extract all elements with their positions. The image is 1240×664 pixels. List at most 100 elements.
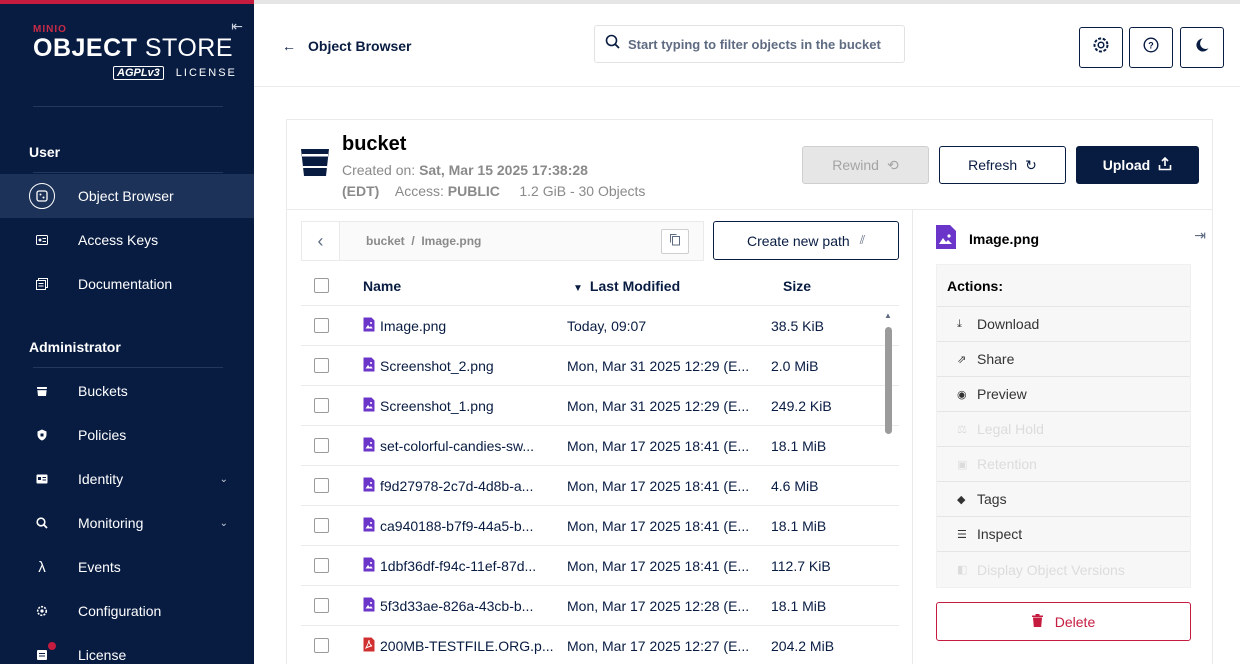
object-name: 1dbf36df-f94c-11ef-87d...	[380, 557, 537, 574]
action-label: Retention	[977, 456, 1037, 472]
gear-icon	[32, 601, 52, 621]
actions-items: ⤓ Download ⇗ Share ◉ Preview ⚖ Legal Hold ▣ Reten…	[937, 307, 1190, 587]
delete-button[interactable]: Delete	[936, 602, 1191, 641]
arrow-left-icon: ←	[282, 38, 296, 54]
row-checkbox[interactable]	[314, 598, 329, 613]
svg-text:?: ?	[1148, 41, 1154, 51]
settings-button[interactable]	[1079, 27, 1123, 68]
object-last-modified: Mon, Mar 17 2025 18:41 (E...	[567, 477, 750, 494]
row-checkbox[interactable]	[314, 358, 329, 373]
sidebar-item-label: Policies	[78, 427, 127, 443]
table-row[interactable]: 5f3d33ae-826a-43cb-b... Mon, Mar 17 2025 …	[301, 586, 899, 626]
eye-icon: ◉	[957, 388, 967, 401]
breadcrumb-path[interactable]: bucket / Image.png	[366, 234, 481, 248]
action-tags[interactable]: ◆ Tags	[937, 482, 1190, 517]
table-row[interactable]: 200MB-TESTFILE.ORG.p... Mon, Mar 17 2025 …	[301, 626, 899, 664]
sort-desc-icon: ▼	[573, 282, 583, 294]
column-header-last-modified[interactable]: ▼ Last Modified	[573, 278, 680, 294]
close-panel-icon[interactable]: ⇥	[1194, 227, 1206, 244]
search-input[interactable]	[628, 36, 898, 52]
image-file-icon	[363, 597, 375, 615]
action-preview[interactable]: ◉ Preview	[937, 377, 1190, 412]
table-row[interactable]: Screenshot_1.png Mon, Mar 31 2025 12:29 (…	[301, 386, 899, 426]
row-checkbox[interactable]	[314, 518, 329, 533]
chevron-left-icon[interactable]: ‹	[302, 222, 340, 260]
logo-store-word: STORE	[137, 34, 234, 62]
upload-label: Upload	[1102, 157, 1151, 173]
action-share[interactable]: ⇗ Share	[937, 342, 1190, 377]
object-filter-search[interactable]	[594, 25, 905, 63]
action-label: Display Object Versions	[977, 561, 1125, 578]
scrollbar-thumb[interactable]	[885, 327, 892, 434]
table-row[interactable]: f9d27978-2c7d-4d8b-a... Mon, Mar 17 2025 …	[301, 466, 899, 506]
row-checkbox[interactable]	[314, 638, 329, 653]
row-checkbox[interactable]	[314, 438, 329, 453]
row-checkbox[interactable]	[314, 318, 329, 333]
image-file-icon	[363, 437, 375, 455]
documentation-icon	[32, 274, 52, 294]
refresh-button[interactable]: Refresh ↻	[939, 146, 1066, 184]
help-icon: ?	[1143, 37, 1159, 58]
sidebar-item-identity[interactable]: Identity ⌄	[0, 457, 254, 501]
object-name-cell: Screenshot_2.png	[363, 357, 494, 375]
lambda-icon: λ	[38, 558, 46, 576]
sidebar-item-monitoring[interactable]: Monitoring ⌄	[0, 501, 254, 545]
table-row[interactable]: ca940188-b7f9-44a5-b... Mon, Mar 17 2025 …	[301, 506, 899, 546]
action-label: Legal Hold	[977, 421, 1044, 437]
object-size: 18.1 MiB	[771, 437, 827, 454]
sidebar-item-label: Identity	[78, 471, 124, 487]
bucket-name: bucket	[342, 133, 407, 155]
row-checkbox[interactable]	[314, 398, 329, 413]
rewind-label: Rewind	[832, 157, 879, 173]
sidebar-item-object-browser[interactable]: Object Browser	[0, 174, 254, 218]
object-name: Screenshot_1.png	[380, 397, 494, 414]
refresh-label: Refresh	[968, 157, 1018, 173]
scroll-up-arrow-icon[interactable]: ▲	[884, 311, 892, 320]
chevron-down-icon[interactable]: ⌄	[220, 474, 228, 485]
help-button[interactable]: ?	[1129, 27, 1173, 68]
row-checkbox[interactable]	[314, 558, 329, 573]
copy-path-button[interactable]	[661, 229, 689, 254]
table-row[interactable]: 1dbf36df-f94c-11ef-87d... Mon, Mar 17 202…	[301, 546, 899, 586]
object-name-cell: Screenshot_1.png	[363, 397, 494, 415]
action-download[interactable]: ⤓ Download	[937, 307, 1190, 342]
rewind-button[interactable]: Rewind ⟲	[802, 146, 929, 184]
action-inspect[interactable]: ☰ Inspect	[937, 517, 1190, 552]
object-name: Image.png	[380, 317, 447, 334]
refresh-icon: ↻	[1025, 156, 1037, 173]
back-to-object-browser-link[interactable]: ← Object Browser	[282, 38, 411, 54]
table-row[interactable]: set-colorful-candies-sw... Mon, Mar 17 20…	[301, 426, 899, 466]
sidebar-item-license[interactable]: License	[0, 633, 254, 664]
sidebar-item-buckets[interactable]: Buckets	[0, 369, 254, 413]
column-header-size[interactable]: Size	[783, 278, 811, 294]
logo-object-store-text: OBJECT STORE	[33, 35, 233, 61]
create-new-path-button[interactable]: Create new path ⫽	[713, 221, 899, 260]
sidebar-item-events[interactable]: λ Events	[0, 545, 254, 589]
object-name-cell: Image.png	[363, 317, 446, 335]
new-path-icon: ⫽	[859, 233, 866, 247]
dark-mode-toggle[interactable]	[1180, 27, 1224, 68]
sidebar-item-access-keys[interactable]: Access Keys	[0, 218, 254, 262]
object-detail-panel: Image.png ⇥ Actions: ⤓ Download ⇗ Share ◉ Pre…	[912, 210, 1212, 664]
object-last-modified: Mon, Mar 17 2025 18:41 (E...	[567, 517, 750, 534]
object-name-cell: ca940188-b7f9-44a5-b...	[363, 517, 533, 535]
table-row[interactable]: Image.png Today, 09:07 38.5 KiB	[301, 306, 899, 346]
sidebar-item-policies[interactable]: Policies	[0, 413, 254, 457]
sidebar-item-documentation[interactable]: Documentation	[0, 262, 254, 306]
license-icon	[32, 642, 56, 664]
bucket-icon	[300, 146, 330, 182]
upload-button[interactable]: Upload	[1076, 146, 1199, 184]
column-header-name[interactable]: Name	[363, 278, 401, 294]
select-all-checkbox[interactable]	[314, 278, 329, 293]
action-label: Tags	[977, 491, 1007, 507]
collapse-sidebar-icon[interactable]: ⇤	[228, 18, 246, 36]
sidebar-item-configuration[interactable]: Configuration	[0, 589, 254, 633]
object-browser-icon	[29, 183, 55, 209]
object-name: 200MB-TESTFILE.ORG.p...	[380, 637, 554, 654]
monitoring-icon	[32, 513, 52, 533]
row-checkbox[interactable]	[314, 478, 329, 493]
table-row[interactable]: Screenshot_2.png Mon, Mar 31 2025 12:29 (…	[301, 346, 899, 386]
object-size: 4.6 MiB	[771, 477, 819, 494]
action-display-object-versions: ◧ Display Object Versions	[937, 552, 1190, 587]
chevron-down-icon[interactable]: ⌄	[220, 518, 228, 529]
